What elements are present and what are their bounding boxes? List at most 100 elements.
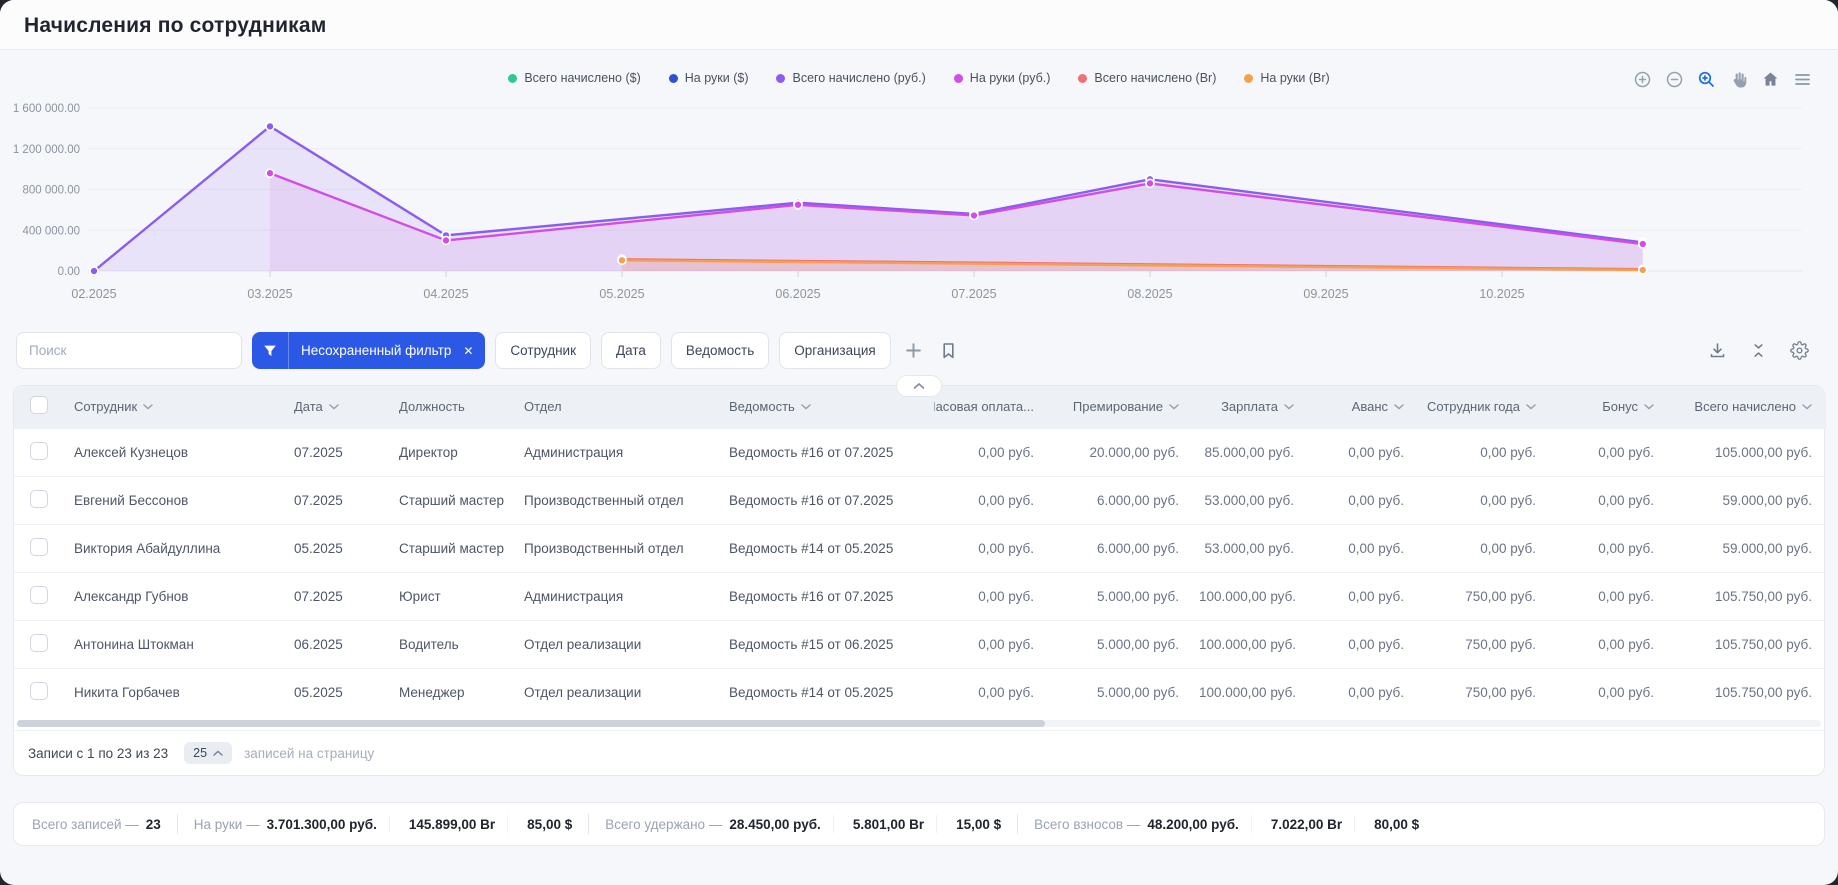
pan-tool-icon[interactable] xyxy=(1727,68,1750,91)
row-checkbox[interactable] xyxy=(30,682,48,700)
table-cell: 0,00 руб. xyxy=(1304,476,1414,524)
legend-dot-icon xyxy=(669,74,678,83)
row-checkbox[interactable] xyxy=(30,634,48,652)
table-cell: Производственный отдел xyxy=(514,476,719,524)
select-all-checkbox[interactable] xyxy=(30,396,48,414)
column-header[interactable]: Всего начислено xyxy=(1664,386,1826,428)
table-cell: Отдел реализации xyxy=(514,668,719,716)
filter-chip[interactable]: Сотрудник xyxy=(495,332,591,369)
table-cell: 100.000,00 руб. xyxy=(1189,572,1304,620)
search-input[interactable] xyxy=(16,332,242,369)
employees-table: СотрудникДатаДолжностьОтделВедомостьЧасо… xyxy=(14,386,1826,716)
scrollbar-thumb[interactable] xyxy=(17,720,1045,727)
unsaved-filter-chip[interactable]: Несохраненный фильтр ✕ xyxy=(252,332,485,369)
table-cell: 0,00 руб. xyxy=(1414,428,1546,476)
column-header: Часовая оплата... xyxy=(924,386,1044,428)
y-axis-tick-label: 1 200 000.00 xyxy=(13,144,80,156)
menu-tool-icon[interactable] xyxy=(1791,68,1814,91)
chart-section: Всего начислено ($) На руки ($) Всего начи… xyxy=(0,50,1838,318)
horizontal-scrollbar[interactable] xyxy=(17,720,1821,727)
legend-item[interactable]: На руки (Br) xyxy=(1244,71,1329,85)
column-header[interactable]: Сотрудник года xyxy=(1414,386,1546,428)
column-label: Часовая оплата... xyxy=(934,399,1034,414)
table-cell: 07.2025 xyxy=(284,428,389,476)
filter-chip[interactable]: Ведомость xyxy=(671,332,769,369)
y-axis-tick-label: 800 000.00 xyxy=(22,185,80,197)
table-row[interactable]: Никита Горбачев05.2025МенеджерОтдел реал… xyxy=(14,668,1826,716)
x-axis-tick-label: 05.2025 xyxy=(599,287,644,301)
row-checkbox[interactable] xyxy=(30,538,48,556)
table-cell: 59.000,00 руб. xyxy=(1664,476,1826,524)
table-cell: 105.750,00 руб. xyxy=(1664,620,1826,668)
column-header: Должность xyxy=(389,386,514,428)
add-filter-button[interactable] xyxy=(901,338,926,363)
sort-chevron-icon xyxy=(143,404,153,410)
legend-dot-icon xyxy=(508,74,517,83)
table-cell: 0,00 руб. xyxy=(1546,476,1664,524)
column-header[interactable]: Премирование xyxy=(1044,386,1189,428)
table-row[interactable]: Алексей Кузнецов07.2025ДиректорАдминистр… xyxy=(14,428,1826,476)
column-label: Должность xyxy=(399,399,465,414)
table-cell: 5.000,00 руб. xyxy=(1044,668,1189,716)
legend-item[interactable]: На руки ($) xyxy=(669,71,749,85)
page-size-select[interactable]: 25 xyxy=(184,742,232,764)
collapse-header-button[interactable] xyxy=(896,375,942,397)
column-header[interactable]: Аванс xyxy=(1304,386,1414,428)
settings-button[interactable] xyxy=(1787,338,1812,363)
table-cell: Никита Горбачев xyxy=(64,668,284,716)
column-header[interactable]: Сотрудник xyxy=(64,386,284,428)
collapse-rows-button[interactable] xyxy=(1747,338,1770,363)
legend-item[interactable]: Всего начислено ($) xyxy=(508,71,640,85)
summary-bar: Всего записей —23На руки —3.701.300,00 р… xyxy=(13,802,1825,846)
legend-item[interactable]: На руки (руб.) xyxy=(954,71,1051,85)
legend-item[interactable]: Всего начислено (Br) xyxy=(1078,71,1216,85)
box-zoom-tool-icon[interactable] xyxy=(1695,68,1718,91)
row-checkbox[interactable] xyxy=(30,442,48,460)
sort-chevron-icon xyxy=(1284,404,1294,410)
zoom-out-tool-icon[interactable] xyxy=(1663,68,1686,91)
legend-item[interactable]: Всего начислено (руб.) xyxy=(776,71,925,85)
table-cell: Ведомость #14 от 05.2025 xyxy=(719,668,924,716)
sort-chevron-icon xyxy=(1394,404,1404,410)
table-cell: Производственный отдел xyxy=(514,524,719,572)
row-checkbox[interactable] xyxy=(30,586,48,604)
page-header: Начисления по сотрудникам xyxy=(0,0,1838,50)
data-point xyxy=(970,211,978,219)
table-cell: 05.2025 xyxy=(284,524,389,572)
table-cell: Администрация xyxy=(514,572,719,620)
data-point xyxy=(1639,266,1647,274)
filter-chip[interactable]: Организация xyxy=(779,332,890,369)
column-header[interactable]: Ведомость xyxy=(719,386,924,428)
x-axis-tick-label: 03.2025 xyxy=(247,287,292,301)
table-cell: 0,00 руб. xyxy=(924,572,1044,620)
column-header[interactable]: Бонус xyxy=(1546,386,1664,428)
data-point xyxy=(266,122,274,130)
table-cell: 06.2025 xyxy=(284,620,389,668)
table-cell: Юрист xyxy=(389,572,514,620)
table-cell: 750,00 руб. xyxy=(1414,668,1546,716)
remove-filter-icon[interactable]: ✕ xyxy=(459,332,485,369)
row-checkbox[interactable] xyxy=(30,490,48,508)
zoom-in-tool-icon[interactable] xyxy=(1631,68,1654,91)
table-cell: Ведомость #16 от 07.2025 xyxy=(719,428,924,476)
reset-home-tool-icon[interactable] xyxy=(1759,68,1782,91)
table-cell: Ведомость #16 от 07.2025 xyxy=(719,476,924,524)
page-title: Начисления по сотрудникам xyxy=(24,14,1814,38)
chart-legend: Всего начислено ($) На руки ($) Всего начи… xyxy=(0,66,1838,90)
table-row[interactable]: Александр Губнов07.2025ЮристАдминистраци… xyxy=(14,572,1826,620)
table-cell: Администрация xyxy=(514,428,719,476)
legend-dot-icon xyxy=(1078,74,1087,83)
download-button[interactable] xyxy=(1705,338,1730,363)
column-label: Сотрудник xyxy=(74,399,137,414)
table-row[interactable]: Евгений Бессонов07.2025Старший мастерПро… xyxy=(14,476,1826,524)
bookmark-button[interactable] xyxy=(936,338,961,363)
column-header[interactable]: Зарплата xyxy=(1189,386,1304,428)
table-cell: Виктория Абайдуллина xyxy=(64,524,284,572)
table-row[interactable]: Антонина Штокман06.2025ВодительОтдел реа… xyxy=(14,620,1826,668)
table-row[interactable]: Виктория Абайдуллина05.2025Старший масте… xyxy=(14,524,1826,572)
filter-chip[interactable]: Дата xyxy=(601,332,661,369)
chart-toolbar xyxy=(1631,68,1814,91)
column-header[interactable]: Дата xyxy=(284,386,389,428)
table-cell: 59.000,00 руб. xyxy=(1664,524,1826,572)
accruals-chart[interactable]: 0.00400 000.00800 000.001 200 000.001 60… xyxy=(0,90,1838,318)
